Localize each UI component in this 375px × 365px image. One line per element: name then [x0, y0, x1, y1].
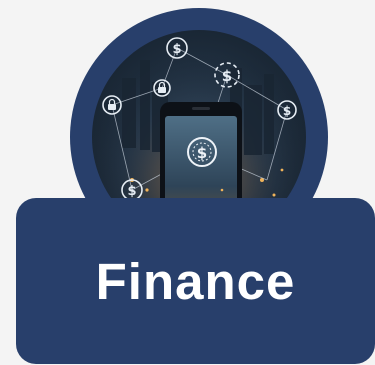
svg-text:$: $: [222, 67, 232, 85]
card-title: Finance: [95, 253, 296, 310]
svg-text:$: $: [283, 104, 291, 118]
svg-text:$: $: [127, 184, 136, 199]
finance-card[interactable]: $ $ $ $ $ Finance: [0, 0, 375, 365]
svg-text:$: $: [172, 42, 181, 57]
svg-text:$: $: [197, 144, 207, 162]
